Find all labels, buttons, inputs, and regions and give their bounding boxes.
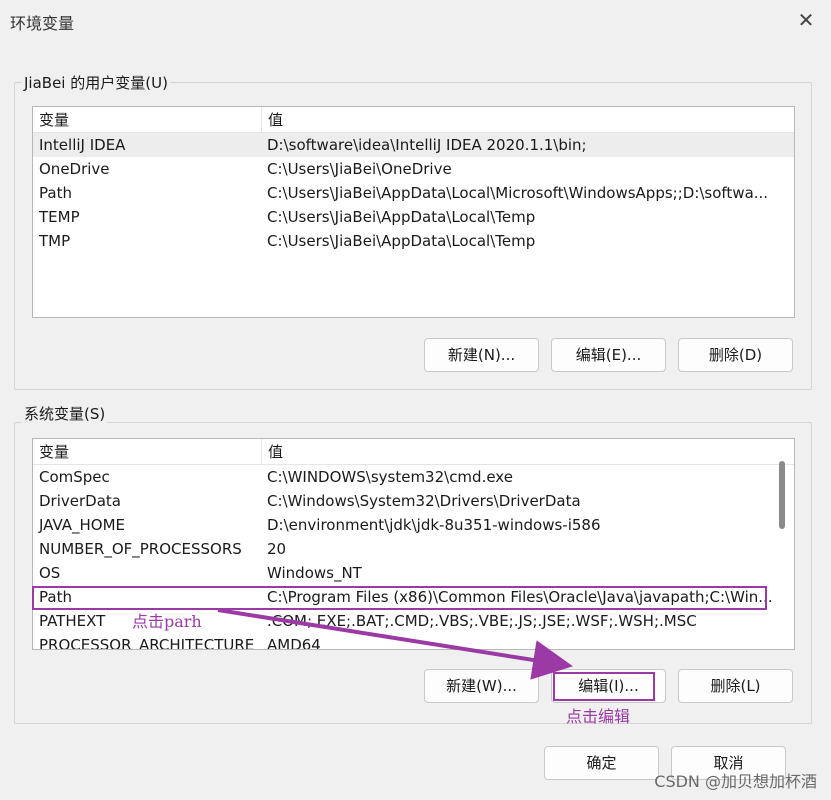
list-header: 变量 值 [33,107,794,133]
column-header-value[interactable]: 值 [261,439,771,465]
row-name: TMP [39,232,71,250]
table-row[interactable]: NUMBER_OF_PROCESSORS 20 [33,537,794,561]
table-row[interactable]: OneDrive C:\Users\JiaBei\OneDrive [33,157,794,181]
row-value: AMD64 [267,636,321,650]
row-name: NUMBER_OF_PROCESSORS [39,540,242,558]
path-note: 点击parh [132,612,202,631]
row-value: C:\Users\JiaBei\AppData\Local\Temp [267,208,536,226]
table-row[interactable]: OS Windows_NT [33,561,794,585]
row-name: DriverData [39,492,121,510]
row-name: TEMP [39,208,80,226]
user-vars-list[interactable]: 变量 值 IntelliJ IDEA D:\software\idea\Inte… [32,106,795,318]
title-bar: 环境变量 ✕ [0,0,831,42]
row-value: C:\WINDOWS\system32\cmd.exe [267,468,513,486]
row-value: C:\Users\JiaBei\AppData\Local\Temp [267,232,536,250]
edit-button-highlight [553,672,655,701]
row-name: OS [39,564,61,582]
user-vars-label: JiaBei 的用户变量(U) [22,72,170,93]
table-row[interactable]: JAVA_HOME D:\environment\jdk\jdk-8u351-w… [33,513,794,537]
row-value: C:\Users\JiaBei\AppData\Local\Microsoft\… [267,184,769,202]
user-new-button[interactable]: 新建(N)... [424,338,539,372]
scrollbar-thumb[interactable] [779,461,785,529]
watermark: CSDN @加贝想加杯酒 [654,772,817,791]
row-value: .COM;.EXE;.BAT;.CMD;.VBS;.VBE;.JS;.JSE;.… [267,612,697,630]
row-value: C:\Users\JiaBei\OneDrive [267,160,452,178]
row-value: Windows_NT [267,564,362,582]
table-row[interactable]: Path C:\Users\JiaBei\AppData\Local\Micro… [33,181,794,205]
table-row[interactable]: IntelliJ IDEA D:\software\idea\IntelliJ … [33,133,794,157]
row-name: OneDrive [39,160,110,178]
row-name: PROCESSOR_ARCHITECTURE [39,636,255,650]
table-row[interactable]: ComSpec C:\WINDOWS\system32\cmd.exe [33,465,794,489]
column-header-variable[interactable]: 变量 [33,107,261,133]
table-row[interactable]: TMP C:\Users\JiaBei\AppData\Local\Temp [33,229,794,253]
row-value: D:\environment\jdk\jdk-8u351-windows-i58… [267,516,601,534]
ok-button[interactable]: 确定 [544,746,659,780]
edit-note: 点击编辑 [566,707,631,726]
list-header: 变量 值 [33,439,794,465]
row-value: C:\Windows\System32\Drivers\DriverData [267,492,581,510]
row-name: JAVA_HOME [39,516,126,534]
row-name: Path [39,184,72,202]
row-value: 20 [267,540,287,558]
row-value: D:\software\idea\IntelliJ IDEA 2020.1.1\… [267,136,587,154]
column-header-value[interactable]: 值 [261,107,771,133]
window-title: 环境变量 [10,14,75,33]
row-name: IntelliJ IDEA [39,136,126,154]
close-icon[interactable]: ✕ [795,10,817,32]
user-edit-button[interactable]: 编辑(E)... [551,338,666,372]
path-row-highlight [32,586,767,610]
table-row[interactable]: DriverData C:\Windows\System32\Drivers\D… [33,489,794,513]
user-delete-button[interactable]: 删除(D) [678,338,793,372]
column-header-variable[interactable]: 变量 [33,439,261,465]
system-vars-label: 系统变量(S) [22,403,108,424]
row-name: ComSpec [39,468,110,486]
system-new-button[interactable]: 新建(W)... [424,669,539,703]
table-row[interactable]: TEMP C:\Users\JiaBei\AppData\Local\Temp [33,205,794,229]
system-delete-button[interactable]: 删除(L) [678,669,793,703]
table-row[interactable]: PROCESSOR_ARCHITECTURE AMD64 [33,633,794,650]
